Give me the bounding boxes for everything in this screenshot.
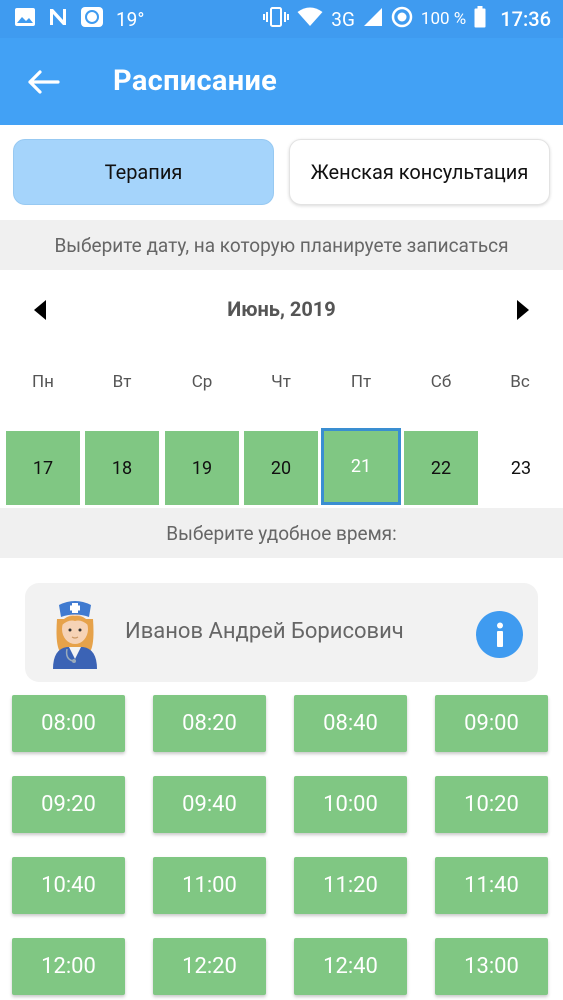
calendar-day[interactable]: 17 [6, 431, 80, 505]
time-slot-button[interactable]: 08:00 [12, 695, 125, 752]
calendar-day-unavailable: 23 [484, 431, 558, 505]
vibrate-icon [263, 6, 290, 33]
calendar-day[interactable]: 19 [165, 431, 239, 505]
time-slot-button[interactable]: 12:40 [294, 938, 407, 995]
status-bar-right: 3G 100 % 17:36 [263, 5, 551, 33]
calendar-day-selected[interactable]: 21 [321, 428, 401, 505]
time-slot-button[interactable]: 12:20 [153, 938, 266, 995]
battery-icon [474, 5, 486, 33]
status-temperature: 19° [116, 7, 145, 31]
weekday-label: Сб [430, 372, 452, 392]
app-bar: Расписание [0, 38, 563, 125]
time-slot-button[interactable]: 11:00 [153, 857, 266, 914]
doctor-card[interactable]: Иванов Андрей Борисович [25, 583, 538, 682]
weekday-header: Пн Вт Ср Чт Пт Сб Вс [3, 372, 563, 406]
time-slot-button[interactable]: 10:20 [435, 776, 548, 833]
wifi-icon [297, 7, 323, 32]
calendar-days: 17 18 19 20 21 22 23 [0, 428, 563, 506]
calendar-day[interactable]: 18 [85, 431, 159, 505]
doctor-avatar [47, 597, 103, 669]
app-badge-icon [80, 6, 104, 32]
weekday-label: Пн [32, 372, 54, 392]
network-type: 3G [331, 7, 355, 31]
time-hint: Выберите удобное время: [0, 508, 563, 558]
calendar-day[interactable]: 22 [404, 431, 478, 505]
month-navigation: Июнь, 2019 [0, 270, 563, 350]
time-slot-button[interactable]: 10:00 [294, 776, 407, 833]
signal-icon [363, 7, 383, 32]
nurse-avatar-icon [53, 601, 97, 669]
info-icon [496, 622, 503, 647]
next-month-button[interactable] [511, 298, 535, 322]
weekday-label: Вт [112, 372, 132, 392]
status-bar: 19° 3G 100 % 17:36 [0, 0, 563, 38]
page-title: Расписание [113, 64, 278, 98]
weekday-label: Ср [191, 372, 213, 392]
time-slot-button[interactable]: 11:20 [294, 857, 407, 914]
weekday-label: Вс [510, 372, 530, 392]
time-slot-button[interactable]: 08:20 [153, 695, 266, 752]
time-slot-button[interactable]: 13:00 [435, 938, 548, 995]
battery-percent: 100 % [420, 9, 467, 29]
time-slot-button[interactable]: 12:00 [12, 938, 125, 995]
doctor-name: Иванов Андрей Борисович [125, 619, 404, 644]
status-bar-left: 19° [14, 7, 144, 31]
doctor-info-button[interactable] [476, 611, 523, 658]
time-slot-button[interactable]: 10:40 [12, 857, 125, 914]
time-slot-button[interactable]: 09:40 [153, 776, 266, 833]
tab-therapy[interactable]: Терапия [13, 139, 274, 205]
date-hint: Выберите дату, на которую планируете зап… [0, 220, 563, 270]
specialty-tabs: Терапия Женская консультация [0, 125, 563, 220]
tab-womens-consultation[interactable]: Женская консультация [289, 139, 550, 205]
triangle-right-icon [517, 300, 529, 320]
gallery-icon [14, 7, 36, 31]
month-label: Июнь, 2019 [227, 297, 336, 321]
status-time: 17:36 [500, 7, 551, 31]
time-slot-button[interactable]: 11:40 [435, 857, 548, 914]
weekday-label: Чт [271, 372, 291, 392]
time-slot-button[interactable]: 09:20 [12, 776, 125, 833]
location-target-icon [391, 6, 413, 33]
app-n-icon [48, 7, 68, 31]
back-button[interactable] [22, 62, 66, 102]
time-slot-button[interactable]: 08:40 [294, 695, 407, 752]
back-arrow-icon [28, 70, 60, 94]
time-slot-button[interactable]: 09:00 [435, 695, 548, 752]
calendar-day[interactable]: 20 [244, 431, 318, 505]
time-slot-grid: 08:00 08:20 08:40 09:00 09:20 09:40 10:0… [0, 694, 563, 1000]
weekday-label: Пт [350, 372, 372, 392]
